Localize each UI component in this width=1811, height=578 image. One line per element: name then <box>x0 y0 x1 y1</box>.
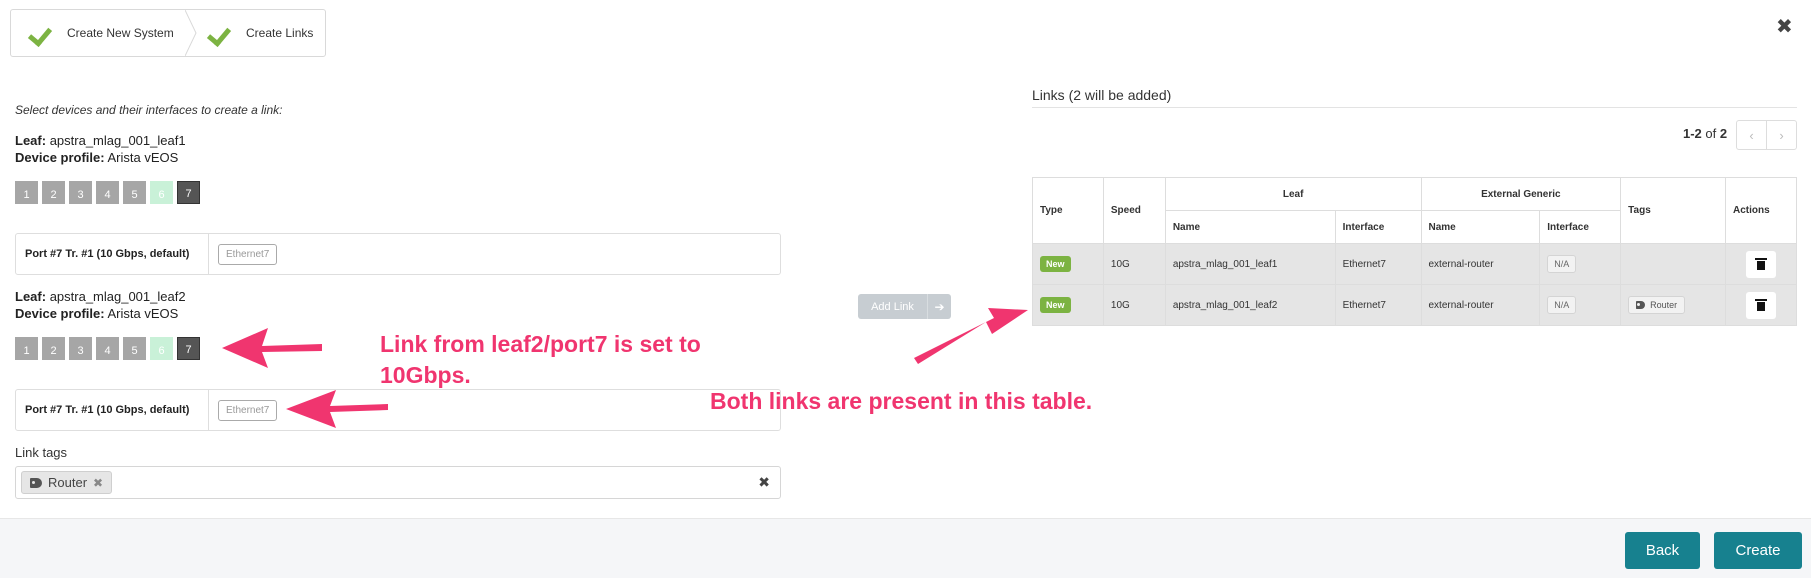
annotation-line: Link from leaf2/port7 is set to <box>380 331 701 357</box>
annotation-arrow <box>222 328 322 368</box>
annotation-arrow <box>914 308 1028 364</box>
create-links-wizard: { "wizard": { "steps": [ {"label": "Crea… <box>0 0 1811 578</box>
footer-bar <box>0 518 1811 578</box>
annotation-table-note: Both links are present in this table. <box>710 388 1093 414</box>
annotation-line: 10Gbps. <box>380 362 471 388</box>
annotation-arrow <box>286 390 388 428</box>
create-button[interactable]: Create <box>1714 532 1802 569</box>
back-button[interactable]: Back <box>1625 532 1700 569</box>
annotation-arrows <box>222 308 1028 428</box>
annotation-port-note: Link from leaf2/port7 is set to 10Gbps. <box>380 329 701 391</box>
